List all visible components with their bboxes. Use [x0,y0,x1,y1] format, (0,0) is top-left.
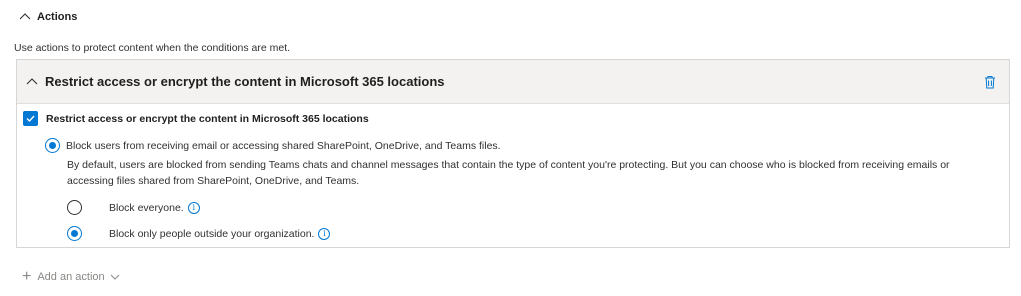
action-card: Restrict access or encrypt the content i… [16,59,1010,248]
add-action-button[interactable]: + Add an action [22,269,120,285]
action-card-header[interactable]: Restrict access or encrypt the content i… [17,60,1009,104]
info-icon[interactable]: i [318,227,331,240]
block-users-explanation: By default, users are blocked from sendi… [67,159,950,187]
action-card-title: Restrict access or encrypt the content i… [45,74,445,89]
block-everyone-label: Block everyone. [109,201,184,214]
actions-description: Use actions to protect content when the … [14,42,291,54]
block-outside-org-label: Block only people outside your organizat… [109,227,315,240]
chevron-down-icon [110,274,119,280]
add-action-label: Add an action [37,271,105,283]
restrict-access-checkbox-row[interactable]: Restrict access or encrypt the content i… [23,111,369,126]
block-outside-org-radio[interactable] [67,226,82,241]
trash-icon [985,76,995,89]
plus-icon: + [22,268,32,285]
restrict-access-checkbox[interactable] [23,111,38,126]
section-title: Actions [37,11,78,23]
block-outside-org-option[interactable]: Block only people outside your organizat… [67,226,331,241]
delete-action-button[interactable] [981,72,999,92]
block-everyone-radio[interactable] [67,200,82,215]
restrict-access-checkbox-label: Restrict access or encrypt the content i… [46,112,369,125]
actions-section-header[interactable]: Actions [18,10,77,24]
checkmark-icon [26,115,35,123]
block-users-radio-label: Block users from receiving email or acce… [66,139,501,152]
block-users-radio[interactable] [45,138,60,153]
chevron-up-icon [26,77,38,84]
chevron-up-icon [19,13,31,20]
block-users-radio-row[interactable]: Block users from receiving email or acce… [45,138,501,153]
block-everyone-option[interactable]: Block everyone. i [67,200,200,215]
info-icon[interactable]: i [187,201,200,214]
